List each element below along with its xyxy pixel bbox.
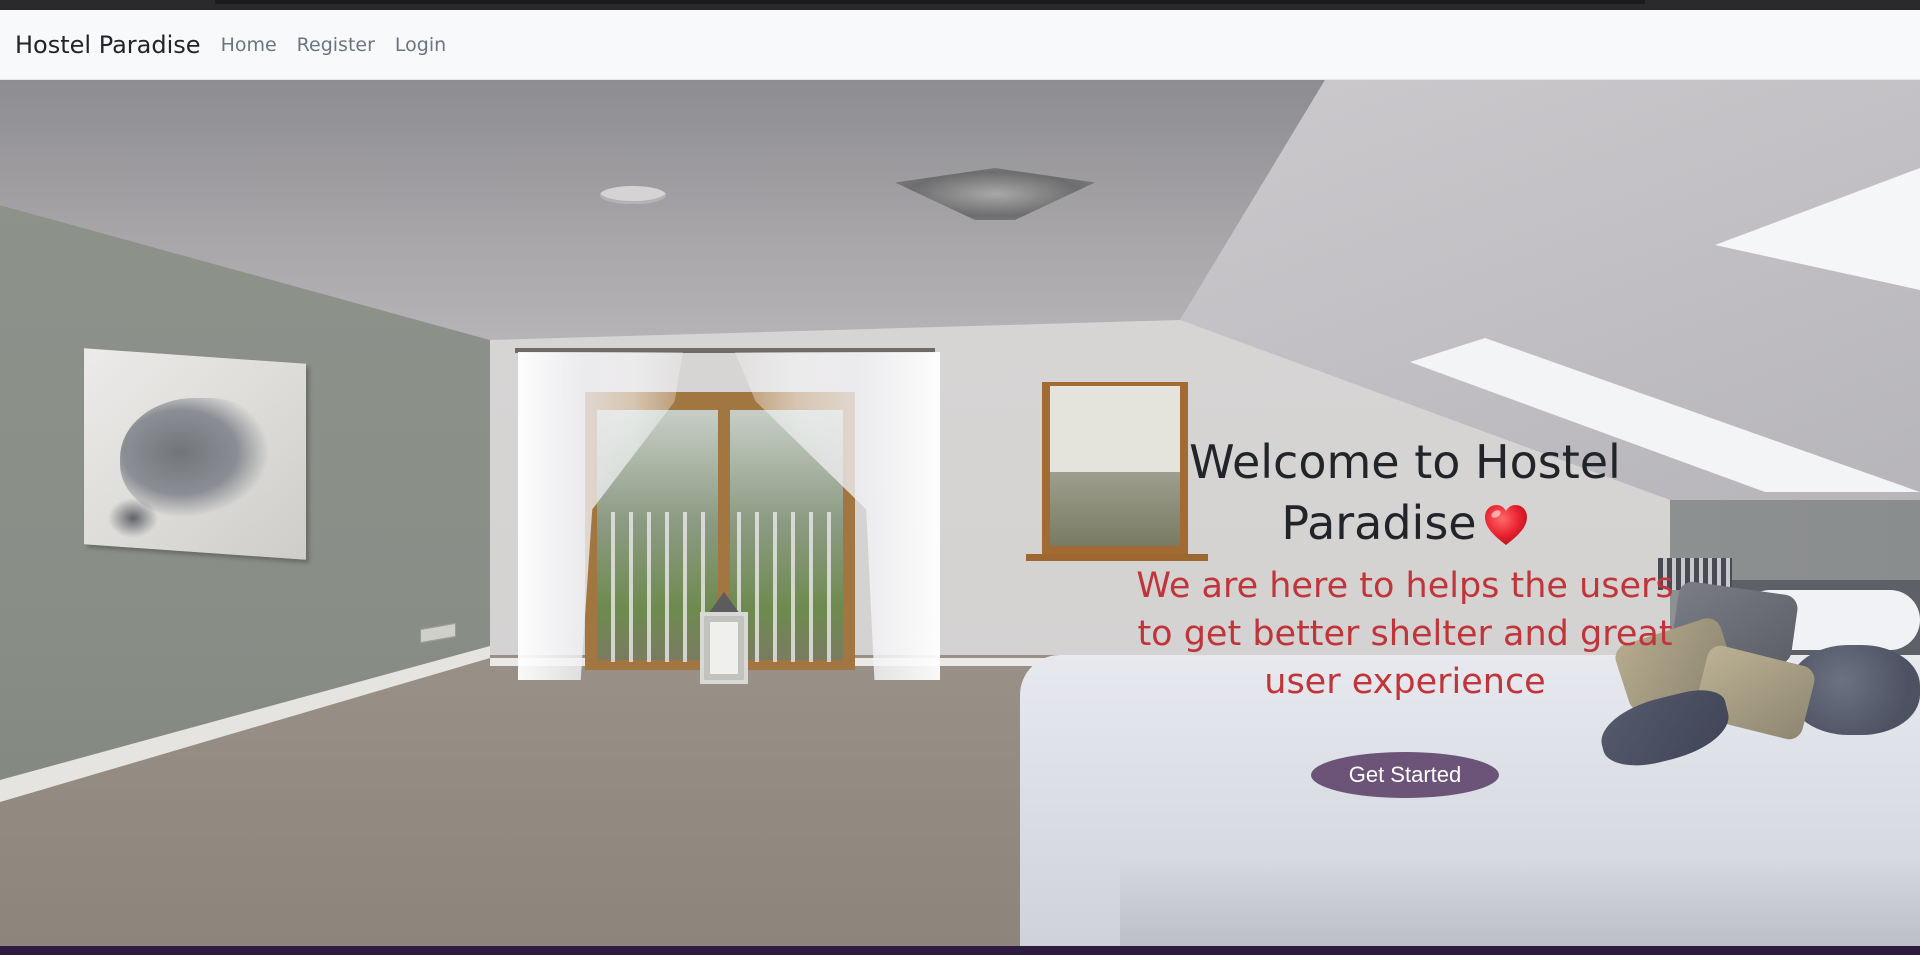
- navbar: Hostel Paradise Home Register Login: [0, 10, 1920, 80]
- browser-top-strip: [0, 0, 1920, 10]
- floor-lantern: [700, 612, 748, 684]
- nav-link-home[interactable]: Home: [221, 34, 277, 56]
- hero-title: Welcome to Hostel Paradise: [1120, 432, 1690, 554]
- browser-top-strip-inner: [215, 0, 1645, 4]
- hero-subtitle: We are here to helps the users to get be…: [1136, 566, 1674, 702]
- nav-link-register[interactable]: Register: [297, 34, 375, 56]
- get-started-button[interactable]: Get Started: [1311, 752, 1499, 798]
- heart-icon: [1483, 503, 1529, 545]
- navbar-brand[interactable]: Hostel Paradise: [15, 31, 201, 59]
- hero-content: Welcome to Hostel Paradise We are here t…: [1120, 432, 1690, 798]
- hero-title-text: Welcome to Hostel Paradise: [1189, 435, 1621, 550]
- hero-section: Welcome to Hostel Paradise We are here t…: [0, 80, 1920, 946]
- bed-shadow: [1120, 860, 1920, 946]
- nav-link-login[interactable]: Login: [395, 34, 446, 56]
- smoke-detector: [600, 186, 666, 204]
- butterfly-small-graphic: [108, 498, 158, 538]
- page-bottom-bar: [0, 946, 1920, 955]
